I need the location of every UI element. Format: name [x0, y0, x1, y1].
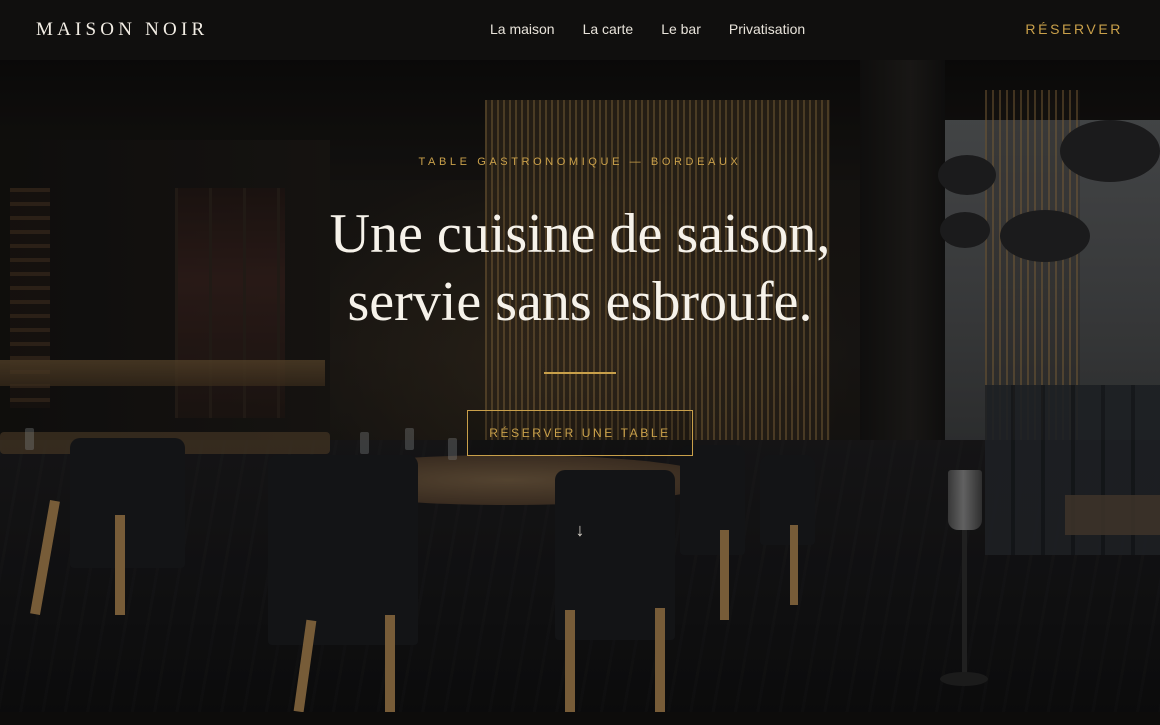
- nav-link-la-maison[interactable]: La maison: [490, 21, 555, 37]
- nav-link-le-bar[interactable]: Le bar: [661, 21, 701, 37]
- hero-eyebrow: TABLE GASTRONOMIQUE — BORDEAUX: [418, 156, 742, 168]
- headline-line-2: servie sans esbroufe.: [347, 271, 813, 333]
- arrow-down-icon[interactable]: ↓: [572, 520, 588, 541]
- site-header: MAISON NOIR La maison La carte Le bar Pr…: [0, 0, 1160, 60]
- nav-link-la-carte[interactable]: La carte: [583, 21, 634, 37]
- next-section-edge: [0, 712, 1160, 725]
- reserve-table-button[interactable]: RÉSERVER UNE TABLE: [467, 410, 693, 456]
- brand-logo[interactable]: MAISON NOIR: [36, 19, 208, 41]
- gold-divider: [544, 372, 616, 374]
- main-nav: La maison La carte Le bar Privatisation: [490, 21, 833, 37]
- headline-line-1: Une cuisine de saison,: [329, 203, 831, 265]
- nav-link-privatisation[interactable]: Privatisation: [729, 21, 805, 37]
- hero-section: TABLE GASTRONOMIQUE — BORDEAUX Une cuisi…: [0, 60, 1160, 712]
- reserve-link[interactable]: RÉSERVER: [1025, 21, 1123, 37]
- hero-headline: Une cuisine de saison, servie sans esbro…: [230, 200, 930, 336]
